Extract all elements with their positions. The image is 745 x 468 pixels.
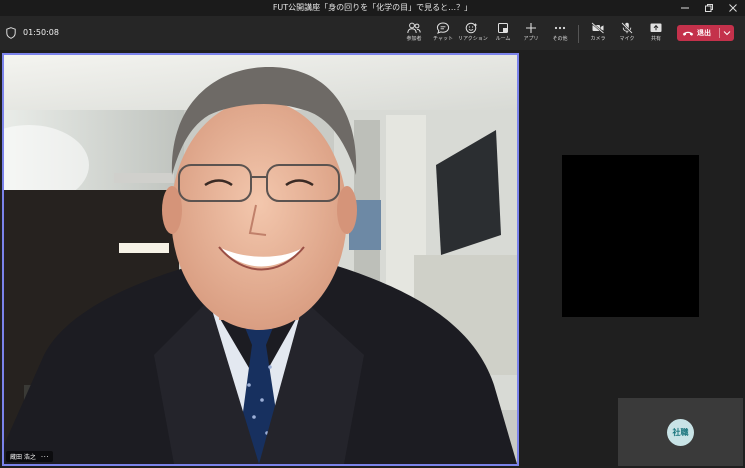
- more-label: その他: [552, 36, 568, 42]
- chevron-down-icon: [723, 31, 731, 36]
- share-label: 共有: [650, 36, 661, 42]
- speaker-video-feed: [4, 55, 517, 464]
- share-button[interactable]: 共有: [642, 20, 670, 47]
- rooms-label: ルーム: [495, 36, 511, 42]
- participant-video-tile[interactable]: [562, 155, 699, 317]
- rooms-button[interactable]: ルーム: [489, 20, 517, 47]
- window-controls: [673, 0, 745, 16]
- window-title-bar: FUT公開講座「身の回りを「化学の目」で見ると…？」: [0, 0, 745, 16]
- leave-label: 退出: [697, 29, 711, 37]
- restore-icon: [705, 4, 713, 12]
- reaction-icon: [465, 22, 478, 34]
- camera-label: カメラ: [590, 36, 606, 42]
- people-icon: [407, 22, 421, 34]
- speaker-name-tag: 蔵田 浩之 ···: [6, 451, 54, 462]
- minimize-button[interactable]: [673, 0, 697, 16]
- leave-button[interactable]: 退出: [677, 25, 734, 41]
- leave-divider: [719, 28, 720, 38]
- reactions-button[interactable]: リアクション: [458, 20, 488, 47]
- mic-button[interactable]: マイク: [613, 20, 641, 47]
- participants-label: 参加者: [406, 36, 422, 42]
- more-button[interactable]: その他: [546, 20, 574, 47]
- meeting-toolbar: 01:50:08 参加者 チャット リアクション ルーム アプリ その他 カメラ…: [0, 16, 745, 50]
- meeting-timer: 01:50:08: [23, 28, 59, 37]
- apps-button[interactable]: アプリ: [517, 20, 545, 47]
- share-icon: [650, 23, 662, 32]
- ellipsis-icon: [554, 26, 566, 30]
- close-button[interactable]: [721, 0, 745, 16]
- chat-icon: [436, 22, 450, 34]
- reactions-label: リアクション: [458, 36, 488, 42]
- rooms-icon: [498, 23, 508, 33]
- chat-label: チャット: [433, 36, 453, 42]
- speaker-more-options[interactable]: ···: [41, 453, 49, 461]
- mic-off-icon: [621, 22, 633, 34]
- shield-icon: [6, 27, 16, 39]
- chat-button[interactable]: チャット: [429, 20, 457, 47]
- apps-label: アプリ: [523, 36, 539, 42]
- speaker-name: 蔵田 浩之: [10, 454, 36, 461]
- minimize-icon: [681, 7, 689, 9]
- mic-label: マイク: [619, 36, 635, 42]
- phone-hangup-icon: [681, 25, 695, 41]
- close-icon: [729, 4, 737, 12]
- leave-options-button[interactable]: [722, 26, 732, 40]
- speaker-video-tile[interactable]: 蔵田 浩之 ···: [2, 53, 519, 466]
- participants-button[interactable]: 参加者: [400, 20, 428, 47]
- restore-button[interactable]: [697, 0, 721, 16]
- plus-icon: [526, 23, 536, 33]
- camera-off-icon: [591, 22, 605, 34]
- avatar: 社職: [667, 419, 694, 446]
- toolbar-divider: [578, 25, 579, 43]
- window-title: FUT公開講座「身の回りを「化学の目」で見ると…？」: [272, 3, 473, 12]
- camera-button[interactable]: カメラ: [584, 20, 612, 47]
